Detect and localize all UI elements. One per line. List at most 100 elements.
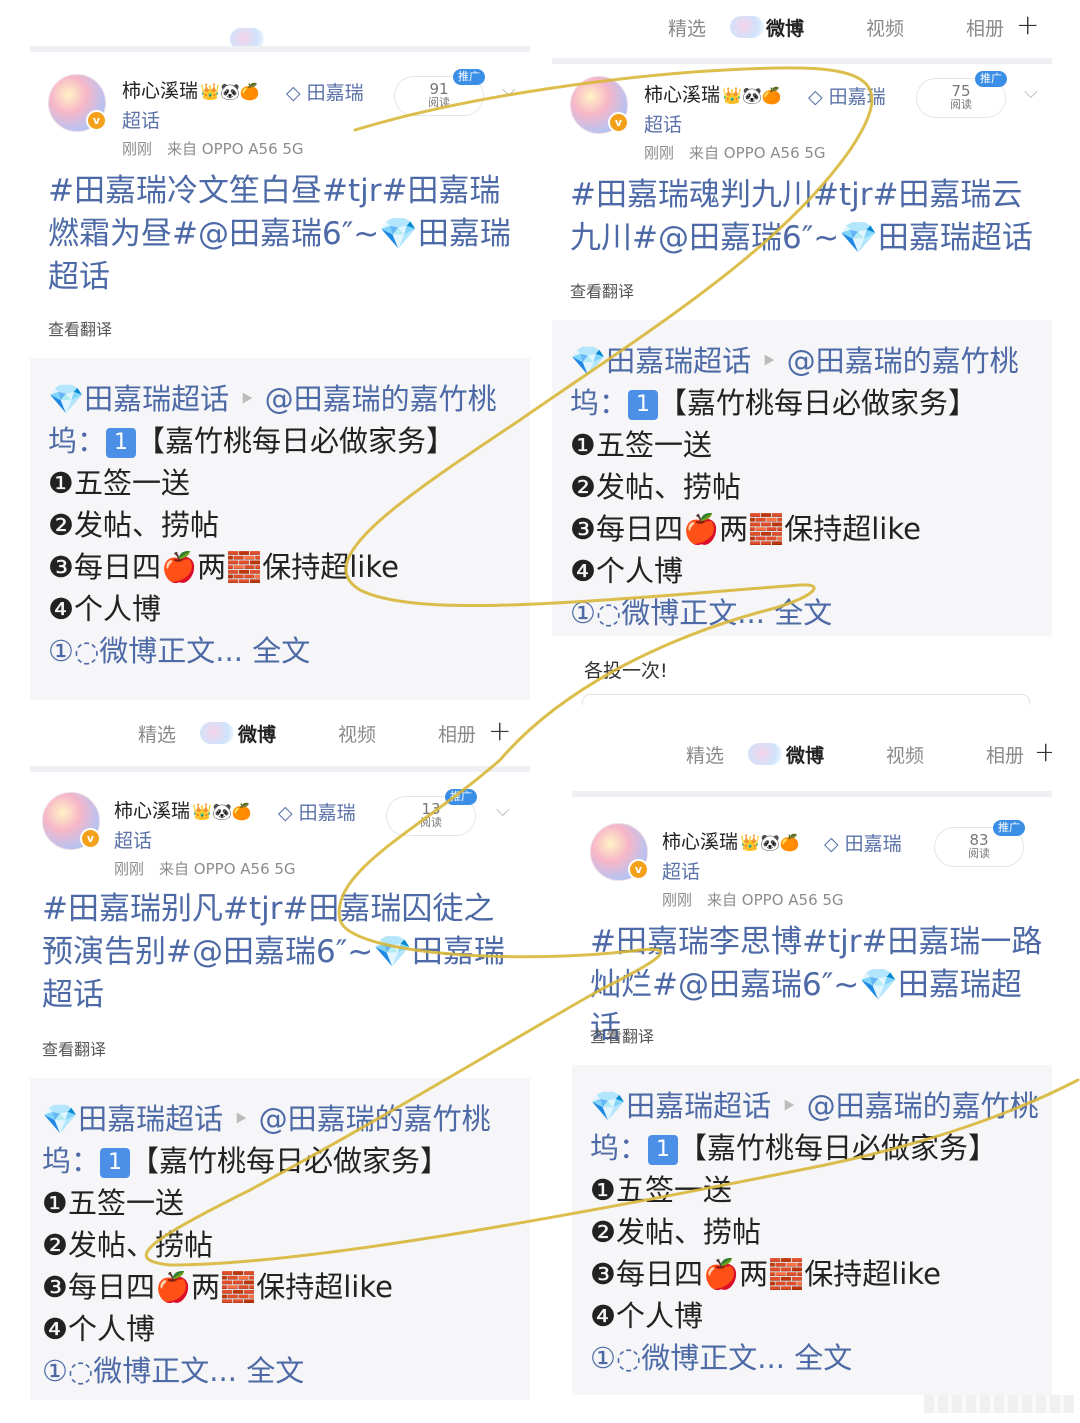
username-text: 柿心溪瑞 [114,800,191,822]
tab-album[interactable]: 相册 [438,720,476,747]
tab-featured[interactable]: 精选 [686,741,724,768]
quote-topic[interactable]: 💎田嘉瑞超话 [590,1089,771,1123]
tab-video[interactable]: 视频 [866,14,904,41]
add-icon[interactable]: + [1034,735,1052,768]
retweet-quote[interactable]: 💎田嘉瑞超话 ‣ @田嘉瑞的嘉竹桃 坞： 1 【嘉竹桃每日必做家务】 ❶五签一送 ❷… [30,358,530,700]
read-count-pill: 推广 83 阅读 [934,820,1025,867]
tab-featured[interactable]: 精选 [138,720,176,747]
quote-title: 【嘉竹桃每日必做家务】 [678,1131,998,1165]
topic-suffix[interactable]: 超话 [114,826,152,853]
quote-line-1: 💎田嘉瑞超话 ‣ @田嘉瑞的嘉竹桃 [590,1089,1039,1123]
promo-badge: 推广 [975,71,1007,87]
topic-link[interactable]: ◇ 田嘉瑞 [808,82,886,109]
full-text-link[interactable]: 全文 [774,596,832,630]
quote-topic[interactable]: 💎田嘉瑞超话 [570,344,751,378]
topic-suffix[interactable]: 超话 [122,106,160,133]
quote-line-7: ①◌微博正文... 全文 [42,1348,304,1390]
username[interactable]: 柿心溪瑞 👑🐼🍊 [662,827,800,854]
chevron-down-icon[interactable]: ⌵ [496,800,510,821]
tab-weibo[interactable]: 微博 [238,720,276,747]
topic-link[interactable]: ◇ 田嘉瑞 [286,78,364,105]
tab-video[interactable]: 视频 [338,720,376,747]
topic-suffix-text: 超话 [122,110,161,132]
quote-line-6: ❹个人博 [590,1299,703,1333]
username[interactable]: 柿心溪瑞 👑🐼🍊 [122,76,260,103]
tab-album[interactable]: 相册 [966,14,1004,41]
post-card[interactable]: v 柿心溪瑞 👑🐼🍊 ◇ 田嘉瑞 超话 刚刚 来自 OPPO A56 5G 推广 … [30,772,530,1400]
translate-link[interactable]: 查看翻译 [570,278,634,302]
add-icon[interactable]: + [1016,8,1039,41]
number-one-icon: 1 [628,390,659,420]
tab-featured[interactable]: 精选 [668,14,706,41]
quote-topic[interactable]: 💎田嘉瑞超话 [48,382,229,416]
quote-line-7: ①◌微博正文... 全文 [590,1335,852,1377]
quote-mention[interactable]: @田嘉瑞的嘉竹桃 [259,1102,491,1136]
quote-line-6: ❹个人博 [48,592,161,626]
full-text-link[interactable]: 全文 [794,1341,852,1375]
quote-line-3: ❶五签一送 [42,1186,184,1220]
quote-line-4: ❷发帖、捞帖 [590,1215,761,1249]
topic-link[interactable]: ◇ 田嘉瑞 [824,829,902,856]
post-source: 来自 OPPO A56 5G [167,140,304,158]
tab-weibo[interactable]: 微博 [766,14,804,41]
quote-mention[interactable]: @田嘉瑞的嘉竹桃 [265,382,497,416]
username-text: 柿心溪瑞 [644,84,721,106]
quote-body-link[interactable]: ①◌微博正文... [48,634,243,668]
username[interactable]: 柿心溪瑞 👑🐼🍊 [644,80,782,107]
retweet-quote[interactable]: 💎田嘉瑞超话 ‣ @田嘉瑞的嘉竹桃 坞： 1 【嘉竹桃每日必做家务】 ❶五签一送 ❷… [30,1078,530,1400]
post-headline[interactable]: #田嘉瑞李思博#tjr#田嘉瑞一路灿烂#@田嘉瑞6″~💎田嘉瑞超话 [590,921,1052,1050]
screenshot-panel-2: 精选 微博 视频 相册 + v 柿心溪瑞 👑🐼🍊 ◇ 田嘉瑞 超话 刚刚 来自 O… [552,0,1052,705]
retweet-quote[interactable]: 💎田嘉瑞超话 ‣ @田嘉瑞的嘉竹桃 坞： 1 【嘉竹桃每日必做家务】 ❶五签一送 ❷… [572,1065,1052,1395]
add-icon[interactable]: + [488,714,511,747]
post-headline[interactable]: #田嘉瑞别凡#tjr#田嘉瑞囚徒之预演告别#@田嘉瑞6″~💎田嘉瑞超话 [42,888,516,1017]
comment-input[interactable] [582,694,1030,705]
profile-tabs: 精选 微博 视频 相册 + [552,0,1052,52]
post-source: 来自 OPPO A56 5G [707,891,844,909]
verified-icon: v [86,110,107,131]
tab-weibo[interactable]: 微博 [786,741,824,768]
quote-topic[interactable]: 💎田嘉瑞超话 [42,1102,223,1136]
topic-link[interactable]: ◇ 田嘉瑞 [278,798,356,825]
quote-mention[interactable]: @田嘉瑞的嘉竹桃 [787,344,1019,378]
quote-body-link[interactable]: ①◌微博正文... [590,1341,785,1375]
post-card[interactable]: v 柿心溪瑞 👑🐼🍊 ◇ 田嘉瑞 超话 刚刚 来自 OPPO A56 5G 推广 … [30,52,530,700]
post-headline[interactable]: #田嘉瑞冷文笙白昼#tjr#田嘉瑞燃霜为昼#@田嘉瑞6″~💎田嘉瑞超话 [48,170,514,299]
chevron-down-icon[interactable]: ⌵ [1024,82,1038,103]
full-text-link[interactable]: 全文 [246,1354,304,1388]
tab-album[interactable]: 相册 [986,741,1024,768]
quote-line-5: ❸每日四🍎两🧱保持超like [48,550,399,584]
post-source: 来自 OPPO A56 5G [689,144,826,162]
translate-link[interactable]: 查看翻译 [42,1036,106,1060]
retweet-quote[interactable]: 💎田嘉瑞超话 ‣ @田嘉瑞的嘉竹桃 坞： 1 【嘉竹桃每日必做家务】 ❶五签一送 ❷… [552,320,1052,636]
post-card[interactable]: v 柿心溪瑞 👑🐼🍊 ◇ 田嘉瑞 超话 刚刚 来自 OPPO A56 5G 推广 … [572,797,1052,1395]
quote-wu: 坞： [590,1131,649,1165]
quote-body-link[interactable]: ①◌微博正文... [570,596,765,630]
quote-title: 【嘉竹桃每日必做家务】 [136,424,456,458]
user-badges-icon: 👑🐼🍊 [722,86,782,105]
verified-icon: v [80,828,101,849]
topic-suffix[interactable]: 超话 [662,857,700,884]
full-text-link[interactable]: 全文 [252,634,310,668]
promo-badge: 推广 [445,789,477,805]
quote-line-2: 坞： 1 【嘉竹桃每日必做家务】 [590,1125,997,1167]
translate-link[interactable]: 查看翻译 [48,316,112,340]
quote-line-7: ①◌微博正文... 全文 [48,628,310,670]
translate-link[interactable]: 查看翻译 [590,1023,654,1047]
quote-wu: 坞： [570,386,629,420]
weibo-tab-icon [730,16,764,38]
screenshot-panel-1: v 柿心溪瑞 👑🐼🍊 ◇ 田嘉瑞 超话 刚刚 来自 OPPO A56 5G 推广 … [30,0,530,700]
quote-mention[interactable]: @田嘉瑞的嘉竹桃 [807,1089,1039,1123]
topic-text: 田嘉瑞 [844,833,902,855]
tab-video[interactable]: 视频 [886,741,924,768]
quote-line-3: ❶五签一送 [48,466,190,500]
post-headline[interactable]: #田嘉瑞魂判九川#tjr#田嘉瑞云九川#@田嘉瑞6″~💎田嘉瑞超话 [570,174,1040,260]
username[interactable]: 柿心溪瑞 👑🐼🍊 [114,796,252,823]
chevron-down-icon[interactable]: ⌵ [502,80,516,101]
read-label: 阅读 [968,847,990,860]
quote-line-5: ❸每日四🍎两🧱保持超like [42,1270,393,1304]
quote-line-1: 💎田嘉瑞超话 ‣ @田嘉瑞的嘉竹桃 [42,1102,491,1136]
quote-body-link[interactable]: ①◌微博正文... [42,1354,237,1388]
topic-suffix[interactable]: 超话 [644,110,682,137]
post-card[interactable]: v 柿心溪瑞 👑🐼🍊 ◇ 田嘉瑞 超话 刚刚 来自 OPPO A56 5G 推广 … [552,64,1052,705]
quote-line-2: 坞： 1 【嘉竹桃每日必做家务】 [570,380,977,422]
